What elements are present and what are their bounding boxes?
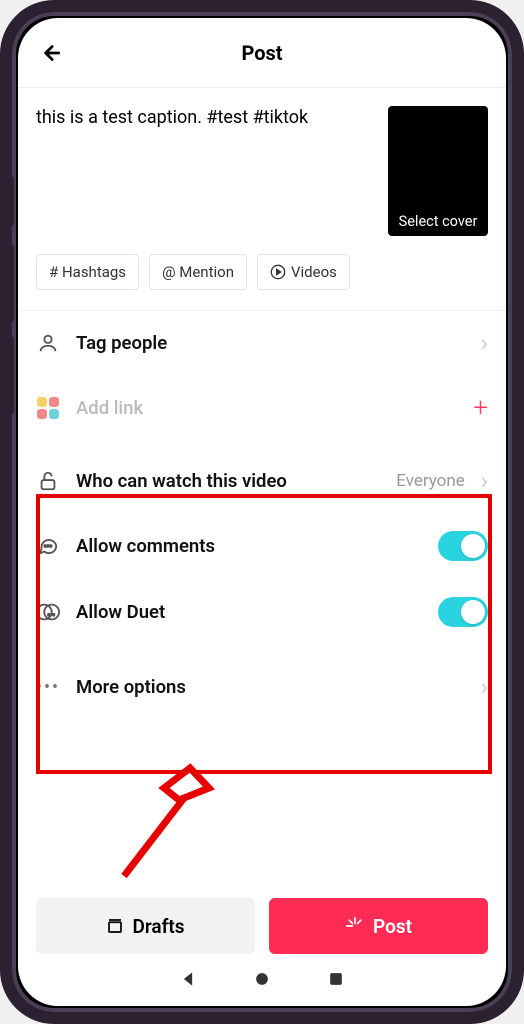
system-navbar <box>18 962 506 1006</box>
caption-section: this is a test caption. #test #tiktok Se… <box>18 88 506 254</box>
plus-icon: + <box>473 393 488 423</box>
chip-bar: # Hashtags @ Mention Videos <box>18 254 506 311</box>
header: Post <box>18 18 506 88</box>
tag-people-row[interactable]: Tag people › <box>18 311 506 375</box>
duet-icon <box>36 600 60 624</box>
allow-duet-label: Allow Duet <box>76 601 422 623</box>
allow-comments-toggle[interactable] <box>438 531 488 561</box>
tag-people-label: Tag people <box>76 332 465 354</box>
allow-duet-row: Allow Duet <box>18 579 506 645</box>
allow-duet-toggle[interactable] <box>438 597 488 627</box>
nav-recents-icon[interactable] <box>326 969 346 993</box>
who-can-watch-value: Everyone <box>396 471 465 491</box>
comment-icon <box>36 534 60 558</box>
chevron-right-icon: › <box>481 673 488 701</box>
select-cover-button[interactable]: Select cover <box>388 106 488 236</box>
more-options-row[interactable]: ••• More options › <box>18 645 506 729</box>
page-title: Post <box>18 41 506 65</box>
drafts-button[interactable]: Drafts <box>36 898 255 954</box>
lock-icon <box>36 469 60 493</box>
allow-comments-row: Allow comments <box>18 513 506 579</box>
mention-chip[interactable]: @ Mention <box>149 254 247 290</box>
footer: Drafts Post <box>18 880 506 962</box>
back-button[interactable] <box>36 39 64 67</box>
select-cover-label: Select cover <box>388 213 488 230</box>
add-link-row[interactable]: Add link + <box>18 375 506 441</box>
more-options-label: More options <box>76 676 465 698</box>
who-can-watch-row[interactable]: Who can watch this video Everyone › <box>18 441 506 513</box>
chevron-right-icon: › <box>481 467 488 495</box>
post-button[interactable]: Post <box>269 898 488 954</box>
allow-comments-label: Allow comments <box>76 535 422 557</box>
who-can-watch-label: Who can watch this video <box>76 470 380 492</box>
ellipsis-icon: ••• <box>36 675 60 699</box>
person-icon <box>36 331 60 355</box>
nav-back-icon[interactable] <box>178 969 198 993</box>
chevron-right-icon: › <box>481 329 488 357</box>
link-icon <box>36 396 60 420</box>
hashtags-chip[interactable]: # Hashtags <box>36 254 139 290</box>
nav-home-icon[interactable] <box>252 969 272 993</box>
videos-chip[interactable]: Videos <box>257 254 350 290</box>
caption-input[interactable]: this is a test caption. #test #tiktok <box>36 106 374 236</box>
add-link-label: Add link <box>76 397 457 419</box>
